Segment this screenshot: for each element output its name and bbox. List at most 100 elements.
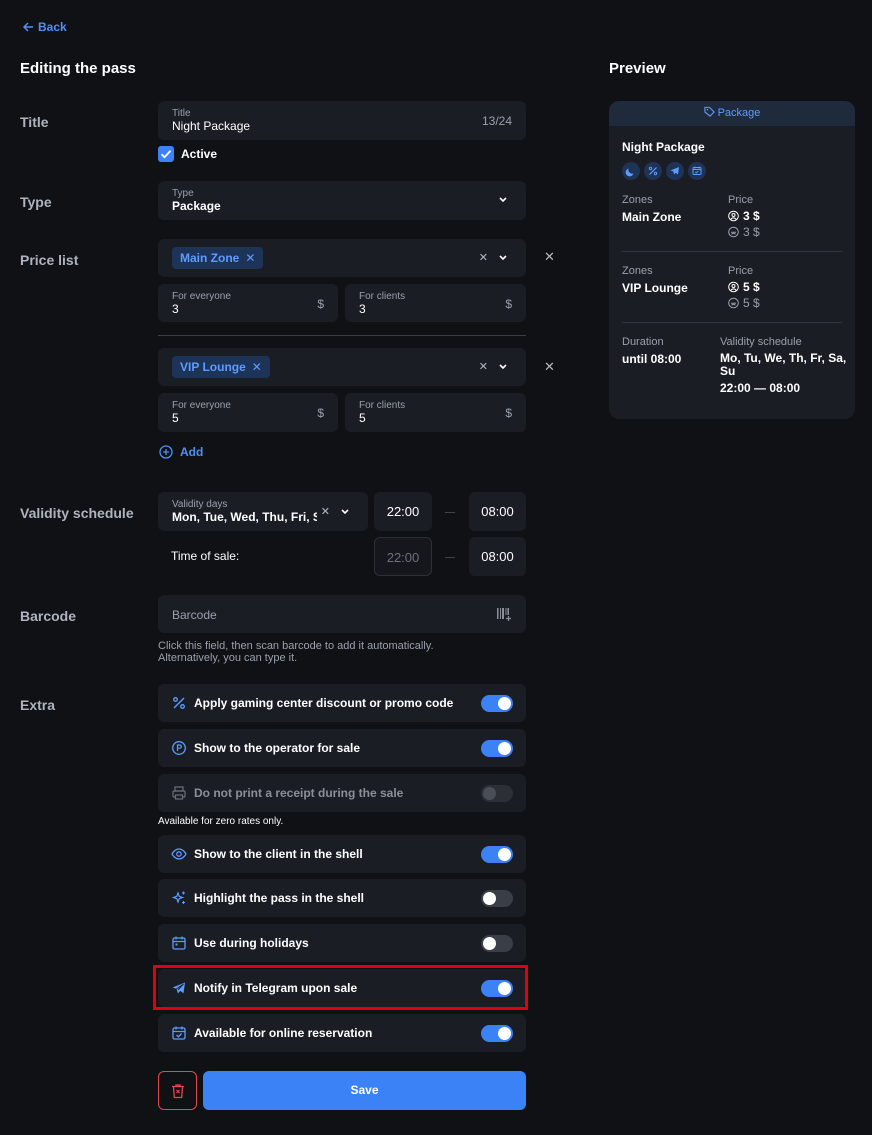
active-checkbox[interactable]: Active (158, 146, 217, 162)
toggle-row-receipt: Do not print a receipt during the sale (158, 774, 526, 812)
price-list-row-label: Price list (20, 252, 79, 268)
chip-remove-icon[interactable]: ✕ (252, 360, 262, 374)
sale-from-time[interactable]: 22:00 (374, 537, 432, 576)
calendar-check-icon (172, 1026, 186, 1040)
zone-chip-1[interactable]: Main Zone ✕ (172, 247, 264, 269)
calendar-icon (172, 936, 186, 950)
barcode-placeholder: Barcode (172, 608, 217, 622)
preview-schedule-time: 22:00 — 08:00 (720, 381, 801, 395)
chevron-down-icon[interactable] (340, 508, 350, 516)
currency-label: $ (505, 297, 512, 311)
toggle-label: Available for online reservation (194, 1026, 373, 1040)
holidays-toggle[interactable] (481, 935, 513, 952)
preview-price-main: 3 $ (743, 209, 760, 223)
toggle-row-client-shell[interactable]: Show to the client in the shell (158, 835, 526, 873)
title-row-label: Title (20, 114, 49, 130)
barcode-input[interactable]: Barcode (158, 595, 526, 633)
toggle-row-holidays[interactable]: Use during holidays (158, 924, 526, 962)
extra-row-label: Extra (20, 697, 56, 713)
page-title: Editing the pass (20, 60, 136, 77)
barcode-hint-line: Alternatively, you can type it. (158, 652, 298, 664)
active-label: Active (181, 147, 218, 161)
online-reservation-toggle[interactable] (481, 1025, 513, 1042)
discount-toggle[interactable] (481, 695, 513, 712)
toggle-row-operator[interactable]: Show to the operator for sale (158, 729, 526, 767)
toggle-row-discount[interactable]: Apply gaming center discount or promo co… (158, 684, 526, 722)
chip-remove-icon[interactable]: ✕ (245, 251, 255, 265)
chevron-down-icon[interactable] (498, 254, 508, 262)
preview-duration-label: Duration (622, 336, 664, 348)
sparkles-icon (171, 891, 185, 904)
trash-icon (172, 1084, 184, 1099)
type-select-label: Type (172, 188, 194, 199)
barcode-hint-line: Click this field, then scan barcode to a… (158, 640, 434, 652)
operator-toggle[interactable] (481, 740, 513, 757)
time-separator (445, 512, 455, 513)
save-button[interactable]: Save (203, 1071, 526, 1110)
price-everyone-value: 5 (172, 411, 179, 425)
price-everyone-1[interactable]: For everyone 3 $ (158, 284, 338, 322)
zone-select-1[interactable]: Main Zone ✕ ✕ (158, 239, 526, 277)
toggle-row-highlight[interactable]: Highlight the pass in the shell (158, 879, 526, 917)
barcode-scan-icon[interactable] (496, 606, 512, 622)
highlight-toggle[interactable] (481, 890, 513, 907)
delete-button[interactable] (158, 1071, 197, 1110)
preview-badge: Package (717, 107, 761, 119)
sale-to-time[interactable]: 08:00 (469, 537, 526, 576)
title-char-counter: 13/24 (481, 114, 512, 128)
remove-price-list-2-icon[interactable]: ✕ (544, 360, 555, 374)
zone-chip-label: VIP Lounge (180, 360, 246, 374)
validity-days-label: Validity days (172, 499, 228, 510)
preview-header: Package (609, 101, 855, 126)
type-select[interactable]: Type Package (158, 181, 526, 220)
toggle-label: Do not print a receipt during the sale (194, 786, 404, 800)
percent-icon (173, 697, 185, 709)
time-separator (445, 557, 455, 558)
toggle-label: Use during holidays (194, 936, 309, 950)
barcode-hint: Click this field, then scan barcode to a… (158, 640, 434, 664)
clear-icon[interactable]: ✕ (321, 505, 330, 519)
preview-schedule-label: Validity schedule (720, 336, 802, 348)
client-shell-toggle[interactable] (481, 846, 513, 863)
telegram-icon (666, 162, 684, 180)
coin-icon (172, 741, 186, 755)
price-clients-2[interactable]: For clients 5 $ (345, 393, 526, 432)
validity-from-time[interactable]: 22:00 (374, 492, 432, 531)
type-row-label: Type (20, 194, 52, 210)
preview-zone-name: VIP Lounge (622, 281, 688, 295)
preview-price-main: 5 $ (743, 280, 760, 294)
clear-icon[interactable]: ✕ (479, 251, 488, 265)
receipt-toggle (481, 785, 513, 802)
chevron-down-icon[interactable] (498, 363, 508, 371)
currency-label: $ (317, 297, 324, 311)
add-label: Add (180, 445, 204, 459)
price-clients-value: 5 (359, 411, 366, 425)
currency-label: $ (317, 406, 324, 420)
toggle-row-online-reservation[interactable]: Available for online reservation (158, 1014, 526, 1052)
remove-price-list-1-icon[interactable]: ✕ (544, 250, 555, 264)
zero-rates-note: Available for zero rates only. (158, 816, 284, 827)
calendar-check-icon (688, 162, 706, 180)
toggle-label: Show to the operator for sale (194, 741, 361, 755)
preview-pass-name: Night Package (622, 140, 705, 154)
barcode-row-label: Barcode (20, 608, 77, 624)
validity-to-time[interactable]: 08:00 (469, 492, 526, 531)
price-everyone-2[interactable]: For everyone 5 $ (158, 393, 338, 432)
toggle-label: Show to the client in the shell (194, 847, 363, 861)
back-link[interactable]: Back (22, 19, 67, 35)
title-field[interactable]: Title Night Package 13/24 (158, 101, 526, 140)
add-price-list-button[interactable]: Add (159, 445, 203, 459)
zone-chip-2[interactable]: VIP Lounge ✕ (172, 356, 270, 378)
preview-schedule-days-line: Su (720, 364, 736, 378)
validity-days-select[interactable]: Validity days Mon, Tue, Wed, Thu, Fri, S… (158, 492, 368, 531)
price-everyone-label: For everyone (172, 291, 231, 302)
zone-chip-label: Main Zone (180, 251, 240, 265)
save-label: Save (350, 1083, 379, 1097)
preview-title: Preview (609, 60, 666, 77)
clear-icon[interactable]: ✕ (479, 360, 488, 374)
plus-circle-icon (159, 445, 173, 459)
zone-select-2[interactable]: VIP Lounge ✕ ✕ (158, 348, 526, 386)
price-clients-1[interactable]: For clients 3 $ (345, 284, 526, 322)
price-clients-value: 3 (359, 302, 366, 316)
price-everyone-label: For everyone (172, 400, 231, 411)
